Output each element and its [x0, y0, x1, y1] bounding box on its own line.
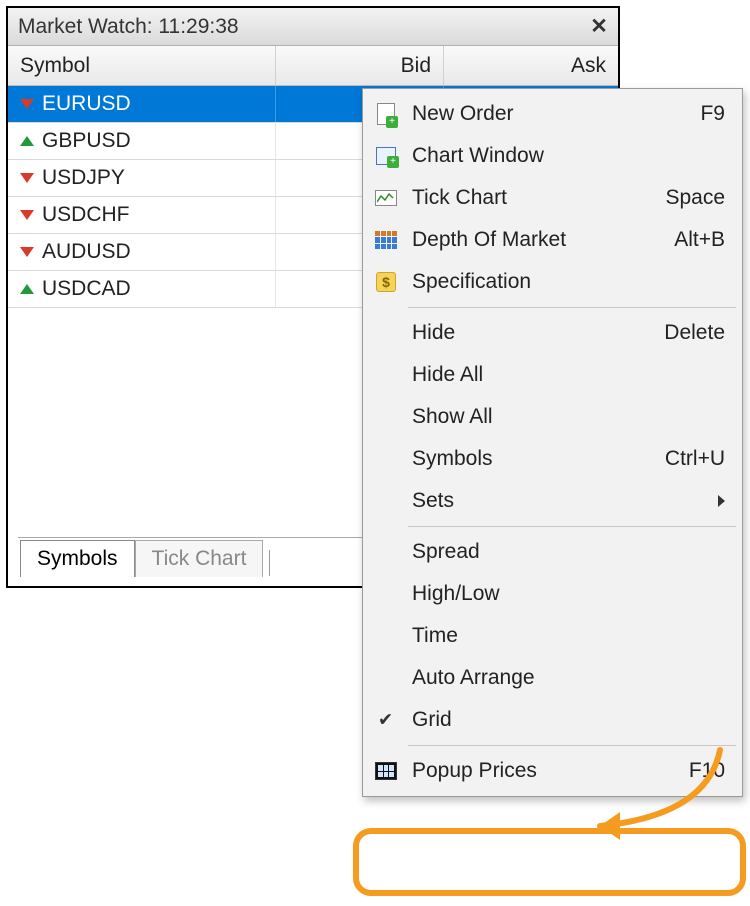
menu-new-order-accel: F9: [700, 102, 725, 126]
menu-grid[interactable]: ✔ Grid: [366, 699, 739, 741]
menu-popup-prices[interactable]: Popup Prices F10: [366, 750, 739, 792]
menu-popup-prices-accel: F10: [689, 759, 725, 783]
close-icon: ✕: [590, 14, 608, 39]
menu-specification[interactable]: $ Specification: [366, 261, 739, 303]
bottom-tabs: Symbols Tick Chart: [20, 539, 270, 576]
symbol-label: EURUSD: [42, 92, 131, 116]
tab-tick-chart[interactable]: Tick Chart: [135, 540, 264, 577]
symbol-cell: USDCAD: [8, 271, 276, 307]
menu-auto-arrange[interactable]: Auto Arrange: [366, 657, 739, 699]
column-headers: Symbol Bid Ask: [8, 46, 618, 86]
menu-hide-all-label: Hide All: [412, 363, 725, 387]
menu-hide-label: Hide: [412, 321, 664, 345]
menu-separator: [408, 526, 736, 527]
new-order-icon: +: [374, 102, 398, 126]
symbol-cell: USDCHF: [8, 197, 276, 233]
titlebar: Market Watch: 11:29:38 ✕: [8, 8, 618, 46]
menu-separator: [408, 307, 736, 308]
menu-symbols[interactable]: Symbols Ctrl+U: [366, 438, 739, 480]
chart-window-icon: +: [374, 144, 398, 168]
menu-show-all-label: Show All: [412, 405, 725, 429]
menu-popup-prices-label: Popup Prices: [412, 759, 689, 783]
symbol-label: USDCHF: [42, 203, 130, 227]
window-title: Market Watch: 11:29:38: [18, 15, 239, 39]
annotation-highlight: [353, 828, 746, 896]
specification-icon: $: [374, 270, 398, 294]
menu-hide-accel: Delete: [664, 321, 725, 345]
menu-spread-label: Spread: [412, 540, 725, 564]
menu-symbols-accel: Ctrl+U: [665, 447, 725, 471]
submenu-arrow-icon: [718, 495, 725, 507]
menu-time-label: Time: [412, 624, 725, 648]
menu-high-low[interactable]: High/Low: [366, 573, 739, 615]
menu-time[interactable]: Time: [366, 615, 739, 657]
symbol-label: USDCAD: [42, 277, 131, 301]
menu-dom-label: Depth Of Market: [412, 228, 674, 252]
menu-hide[interactable]: Hide Delete: [366, 312, 739, 354]
arrow-up-icon: [20, 284, 34, 294]
menu-spread[interactable]: Spread: [366, 531, 739, 573]
tick-chart-icon: [374, 186, 398, 210]
symbol-label: GBPUSD: [42, 129, 131, 153]
menu-hide-all[interactable]: Hide All: [366, 354, 739, 396]
symbol-label: USDJPY: [42, 166, 125, 190]
arrow-up-icon: [20, 136, 34, 146]
menu-chart-window[interactable]: + Chart Window: [366, 135, 739, 177]
close-button[interactable]: ✕: [586, 16, 612, 38]
arrow-down-icon: [20, 173, 34, 183]
menu-new-order-label: New Order: [412, 102, 700, 126]
column-header-symbol[interactable]: Symbol: [8, 46, 276, 85]
arrow-down-icon: [20, 210, 34, 220]
arrow-down-icon: [20, 99, 34, 109]
menu-chart-window-label: Chart Window: [412, 144, 725, 168]
check-icon: ✔: [378, 710, 393, 731]
symbol-cell: USDJPY: [8, 160, 276, 196]
column-header-bid[interactable]: Bid: [276, 46, 444, 85]
menu-tick-chart-accel: Space: [665, 186, 725, 210]
menu-tick-chart[interactable]: Tick Chart Space: [366, 177, 739, 219]
menu-spec-label: Specification: [412, 270, 725, 294]
menu-separator: [408, 745, 736, 746]
menu-symbols-label: Symbols: [412, 447, 665, 471]
menu-high-low-label: High/Low: [412, 582, 725, 606]
menu-sets-label: Sets: [412, 489, 708, 513]
symbol-cell: GBPUSD: [8, 123, 276, 159]
tab-symbols[interactable]: Symbols: [20, 540, 135, 577]
depth-of-market-icon: [374, 228, 398, 252]
menu-show-all[interactable]: Show All: [366, 396, 739, 438]
menu-grid-label: Grid: [412, 708, 725, 732]
context-menu: + New Order F9 + Chart Window Tick Chart…: [362, 88, 743, 797]
menu-depth-of-market[interactable]: Depth Of Market Alt+B: [366, 219, 739, 261]
symbol-label: AUDUSD: [42, 240, 131, 264]
column-header-ask[interactable]: Ask: [444, 46, 618, 85]
menu-dom-accel: Alt+B: [674, 228, 725, 252]
popup-prices-icon: [374, 759, 398, 783]
menu-new-order[interactable]: + New Order F9: [366, 93, 739, 135]
menu-auto-arrange-label: Auto Arrange: [412, 666, 725, 690]
menu-tick-chart-label: Tick Chart: [412, 186, 665, 210]
tab-separator: [269, 550, 270, 576]
symbol-cell: AUDUSD: [8, 234, 276, 270]
symbol-cell: EURUSD: [8, 86, 276, 122]
arrow-down-icon: [20, 247, 34, 257]
menu-sets[interactable]: Sets: [366, 480, 739, 522]
